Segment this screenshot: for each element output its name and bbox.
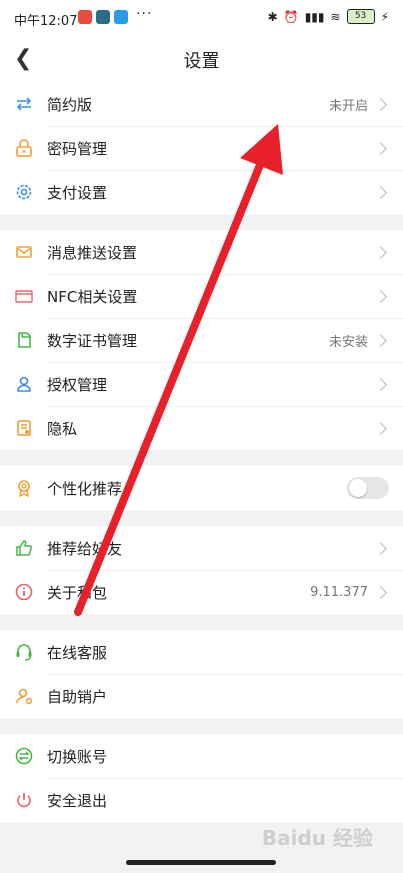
status-bar: 中午12:07 ··· ✱ ⏰ ▮▮▮ ≋ 53 ⚡ [0,0,403,34]
info-icon [14,582,34,602]
row-label: 简约版 [47,95,93,114]
settings-row-authorization[interactable]: 授权管理 [0,362,403,406]
chevron-right-icon [374,421,387,435]
app-notification-icon [78,10,92,24]
settings-row-logout[interactable]: 安全退出 [0,778,403,822]
settings-row-about[interactable]: 关于和包 9.11.377 [0,570,403,614]
home-indicator[interactable] [126,860,276,865]
certificate-icon [14,330,34,350]
charging-icon: ⚡ [380,9,389,24]
row-label: 支付设置 [47,183,108,202]
settings-row-nfc[interactable]: NFC相关设置 [0,274,403,318]
nav-header: ❮ 设置 [0,34,403,82]
switch-account-icon [14,746,34,766]
settings-row-recommend-friend[interactable]: 推荐给好友 [0,526,403,570]
chevron-right-icon [374,141,387,155]
wifi-icon: ≋ [330,9,341,24]
app-notification-icon [114,10,128,24]
personalized-recommend-toggle[interactable] [347,477,389,499]
nfc-card-icon [14,286,34,306]
chevron-right-icon [374,541,387,555]
row-label: 隐私 [47,419,78,438]
chevron-right-icon [374,97,387,111]
chevron-right-icon [374,377,387,391]
lock-icon [14,138,34,158]
settings-row-certificate[interactable]: 数字证书管理 未安装 [0,318,403,362]
power-icon [14,790,34,810]
row-label: 个性化推荐 [47,479,123,498]
row-label: 消息推送设置 [47,243,138,262]
settings-group-personalization: 个性化推荐 [0,466,403,510]
toggle-knob [349,479,367,497]
row-value: 9.11.377 [310,584,368,600]
chevron-right-icon [374,585,387,599]
row-label: 数字证书管理 [47,331,138,350]
chevron-right-icon [374,245,387,259]
row-label: 推荐给好友 [47,539,123,558]
row-label: 切换账号 [47,747,108,766]
app-notification-icon [96,10,110,24]
gear-icon [14,182,34,202]
settings-row-online-service[interactable]: 在线客服 [0,630,403,674]
row-label: 授权管理 [47,375,108,394]
chevron-right-icon [374,289,387,303]
row-value: 未开启 [328,98,368,114]
message-icon [14,242,34,262]
chevron-right-icon [374,333,387,347]
chevron-right-icon [374,185,387,199]
settings-group-service: 在线客服 自助销户 [0,630,403,718]
settings-row-switch-account[interactable]: 切换账号 [0,734,403,778]
settings-row-push[interactable]: 消息推送设置 [0,230,403,274]
settings-group-account-actions: 切换账号 安全退出 [0,734,403,822]
bluetooth-icon: ✱ [267,9,278,24]
settings-group-account: 简约版 未开启 密码管理 支付设置 [0,82,403,214]
user-authorize-icon [14,374,34,394]
battery-icon: 53 [346,9,375,24]
row-label: 自助销户 [47,687,108,706]
transfer-arrows-icon [14,94,34,114]
signal-icon: ▮▮▮ [304,9,325,24]
page-title: 设置 [183,51,220,72]
row-value: 未安装 [328,334,368,350]
watermark-logo: Baidu 经验 [261,826,373,850]
settings-row-payment[interactable]: 支付设置 [0,170,403,214]
settings-row-password[interactable]: 密码管理 [0,126,403,170]
badge-icon [14,478,34,498]
more-notifications-icon: ··· [136,6,153,22]
status-time: 中午12:07 [14,14,78,29]
settings-row-privacy[interactable]: 隐私 [0,406,403,450]
settings-group-about: 推荐给好友 关于和包 9.11.377 [0,526,403,614]
settings-group-security: 消息推送设置 NFC相关设置 数字证书管理 未安装 授权管理 隐私 [0,230,403,450]
alarm-icon: ⏰ [283,9,299,24]
row-label: 关于和包 [47,583,108,602]
settings-row-simple-mode[interactable]: 简约版 未开启 [0,82,403,126]
row-label: 在线客服 [47,643,108,662]
settings-row-personalized-recommend: 个性化推荐 [0,466,403,510]
thumbs-up-icon [14,538,34,558]
row-label: 安全退出 [47,791,108,810]
headset-icon [14,642,34,662]
person-icon [14,686,34,706]
settings-row-self-cancel[interactable]: 自助销户 [0,674,403,718]
row-label: NFC相关设置 [47,287,138,306]
privacy-icon [14,418,34,438]
row-label: 密码管理 [47,139,108,158]
